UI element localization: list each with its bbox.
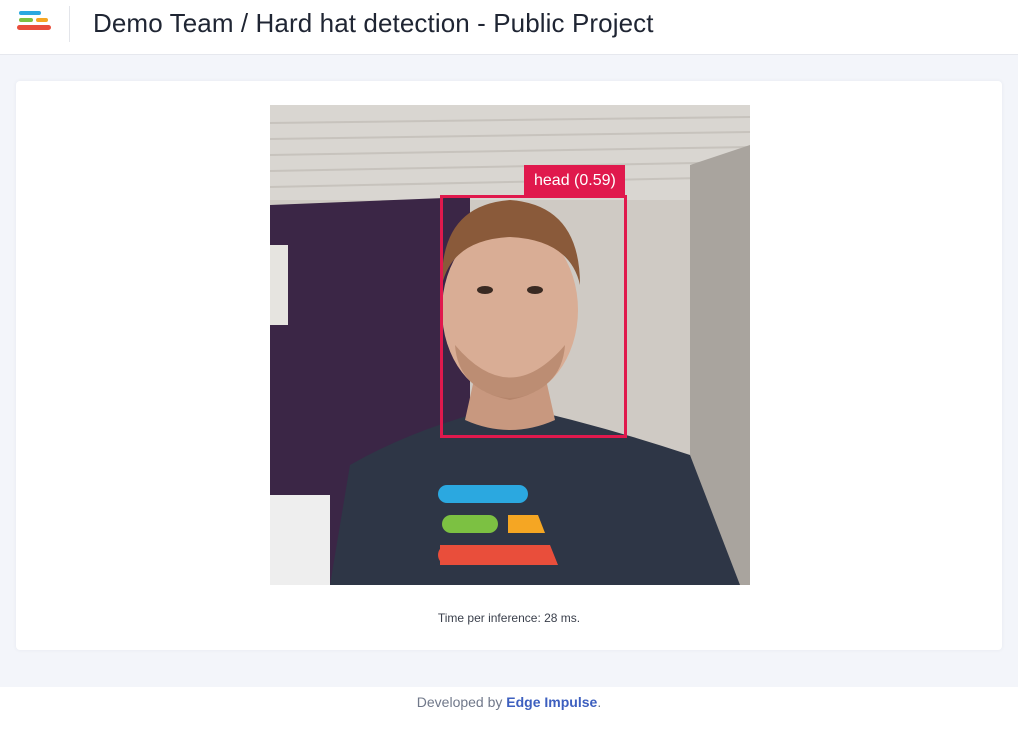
header-divider — [69, 6, 70, 42]
edge-impulse-link[interactable]: Edge Impulse — [506, 694, 597, 710]
project-title: Demo Team / Hard hat detection - Public … — [93, 8, 654, 38]
detection-label: head (0.59) — [524, 165, 625, 196]
classification-card: head (0.59) Time per inference: 28 ms. — [16, 81, 1002, 650]
camera-feed: head (0.59) — [270, 105, 750, 585]
inference-time: Time per inference: 28 ms. — [437, 611, 581, 625]
detection-bounding-box — [440, 195, 627, 438]
edge-impulse-logo-icon[interactable] — [17, 11, 53, 35]
footer: Developed by Edge Impulse. — [0, 694, 1018, 710]
top-bar: Demo Team / Hard hat detection - Public … — [0, 0, 1018, 55]
footer-suffix: . — [597, 694, 602, 710]
footer-prefix: Developed by — [416, 694, 507, 710]
